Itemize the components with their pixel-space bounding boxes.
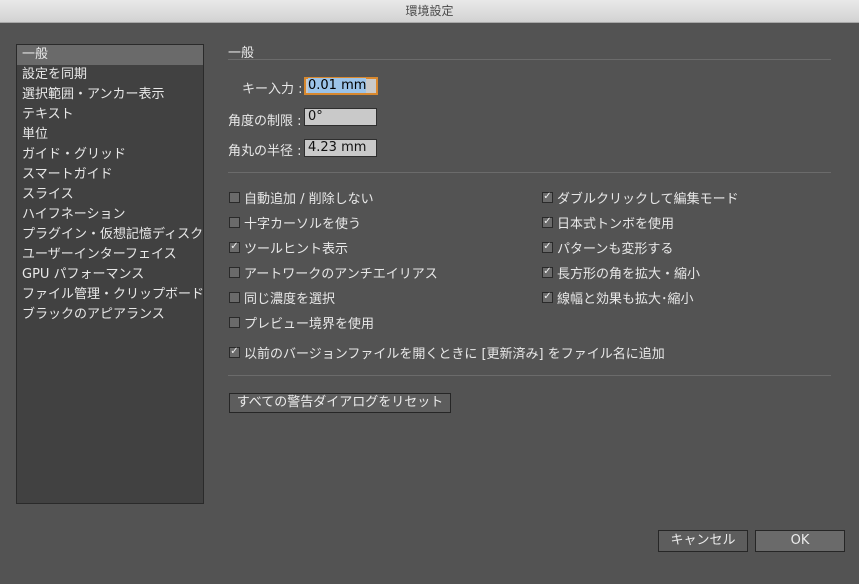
ok-button[interactable]: OK: [755, 530, 845, 552]
checkbox-label: 十字カーソルを使う: [244, 216, 362, 232]
check-icon: ✓: [543, 266, 552, 277]
sidebar-item-units[interactable]: 単位: [17, 125, 203, 145]
corner-radius-input[interactable]: 4.23 mm: [304, 139, 377, 157]
checkbox-disable-auto-add-delete[interactable]: 自動追加 / 削除しない: [229, 188, 374, 207]
checkbox-box[interactable]: ✓: [542, 291, 553, 303]
checkbox-box[interactable]: [229, 266, 240, 278]
checkbox-label: アートワークのアンチエイリアス: [244, 266, 438, 282]
checkbox-label: ダブルクリックして編集モード: [557, 191, 739, 207]
cancel-button[interactable]: キャンセル: [658, 530, 748, 552]
corner-radius-label: 角丸の半径 :: [228, 144, 302, 159]
preferences-category-list[interactable]: 一般 設定を同期 選択範囲・アンカー表示 テキスト 単位 ガイド・グリッド スマ…: [16, 44, 204, 504]
check-icon: ✓: [543, 191, 552, 202]
window-titlebar: 環境設定: [0, 0, 859, 23]
checkbox-double-click-isolate[interactable]: ✓ ダブルクリックして編集モード: [542, 188, 739, 207]
check-icon: ✓: [543, 216, 552, 227]
check-icon: ✓: [543, 291, 552, 302]
constrain-angle-label: 角度の制限 :: [228, 114, 302, 129]
sidebar-item-slices[interactable]: スライス: [17, 185, 203, 205]
sidebar-item-gpu-performance[interactable]: GPU パフォーマンス: [17, 265, 203, 285]
keyboard-increment-label: キー入力 :: [242, 82, 303, 97]
checkbox-show-tool-tips[interactable]: ✓ ツールヒント表示: [229, 238, 349, 257]
sidebar-item-guides-grid[interactable]: ガイド・グリッド: [17, 145, 203, 165]
check-icon: ✓: [230, 346, 239, 357]
checkbox-scale-rectangle-corners[interactable]: ✓ 長方形の角を拡大・縮小: [542, 263, 701, 282]
checkbox-box[interactable]: ✓: [542, 241, 553, 253]
checkbox-label: プレビュー境界を使用: [244, 316, 375, 332]
sidebar-item-user-interface[interactable]: ユーザーインターフェイス: [17, 245, 203, 265]
checkbox-label: 同じ濃度を選択: [244, 291, 336, 307]
keyboard-increment-value: 0.01 mm: [308, 78, 367, 93]
checkbox-label: パターンも変形する: [557, 241, 674, 257]
sidebar-item-plugins-scratch-disks[interactable]: プラグイン・仮想記憶ディスク: [17, 225, 203, 245]
checkbox-transform-pattern-tiles[interactable]: ✓ パターンも変形する: [542, 238, 674, 257]
sidebar-item-selection-anchor-display[interactable]: 選択範囲・アンカー表示: [17, 85, 203, 105]
checkbox-box[interactable]: ✓: [542, 266, 553, 278]
sidebar-item-smart-guides[interactable]: スマートガイド: [17, 165, 203, 185]
sidebar-item-file-handling-clipboard[interactable]: ファイル管理・クリップボード: [17, 285, 204, 305]
sidebar-item-general[interactable]: 一般: [17, 45, 203, 65]
checkbox-label: 線幅と効果も拡大･縮小: [557, 291, 694, 307]
reset-all-warning-dialogs-button[interactable]: すべての警告ダイアログをリセット: [229, 393, 451, 413]
checkbox-scale-strokes-effects[interactable]: ✓ 線幅と効果も拡大･縮小: [542, 288, 694, 307]
checkbox-box[interactable]: ✓: [229, 241, 240, 253]
sidebar-item-black-appearance[interactable]: ブラックのアピアランス: [17, 305, 203, 325]
window-title: 環境設定: [405, 4, 454, 18]
checkbox-label: 日本式トンボを使用: [557, 216, 675, 232]
checkbox-label: 長方形の角を拡大・縮小: [557, 266, 701, 282]
section-divider-middle: [228, 172, 831, 173]
checkbox-japanese-crop-marks[interactable]: ✓ 日本式トンボを使用: [542, 213, 675, 232]
checkbox-box[interactable]: [229, 316, 240, 328]
sidebar-item-type[interactable]: テキスト: [17, 105, 203, 125]
checkbox-box[interactable]: ✓: [542, 191, 553, 203]
checkbox-label: 自動追加 / 削除しない: [244, 191, 374, 207]
checkbox-select-same-tint[interactable]: 同じ濃度を選択: [229, 288, 336, 307]
constrain-angle-input[interactable]: 0°: [304, 108, 377, 126]
check-icon: ✓: [543, 241, 552, 252]
sidebar-item-hyphenation[interactable]: ハイフネーション: [17, 205, 203, 225]
checkbox-box[interactable]: ✓: [542, 216, 553, 228]
sidebar-item-sync-settings[interactable]: 設定を同期: [17, 65, 203, 85]
checkbox-append-updated-to-filename[interactable]: ✓ 以前のバージョンファイルを開くときに [更新済み] をファイル名に追加: [229, 343, 665, 362]
check-icon: ✓: [230, 241, 239, 252]
checkbox-box[interactable]: ✓: [229, 346, 240, 358]
checkbox-anti-aliased-artwork[interactable]: アートワークのアンチエイリアス: [229, 263, 438, 282]
checkbox-label: ツールヒント表示: [244, 241, 349, 257]
section-divider-top: [228, 59, 831, 60]
checkbox-label: 以前のバージョンファイルを開くときに [更新済み] をファイル名に追加: [244, 346, 665, 362]
checkbox-box[interactable]: [229, 216, 240, 228]
keyboard-increment-input[interactable]: 0.01 mm: [304, 77, 378, 95]
checkbox-use-preview-bounds[interactable]: プレビュー境界を使用: [229, 313, 375, 332]
section-divider-bottom: [228, 375, 831, 376]
checkbox-box[interactable]: [229, 191, 240, 203]
checkbox-use-precise-cursors[interactable]: 十字カーソルを使う: [229, 213, 362, 232]
checkbox-box[interactable]: [229, 291, 240, 303]
